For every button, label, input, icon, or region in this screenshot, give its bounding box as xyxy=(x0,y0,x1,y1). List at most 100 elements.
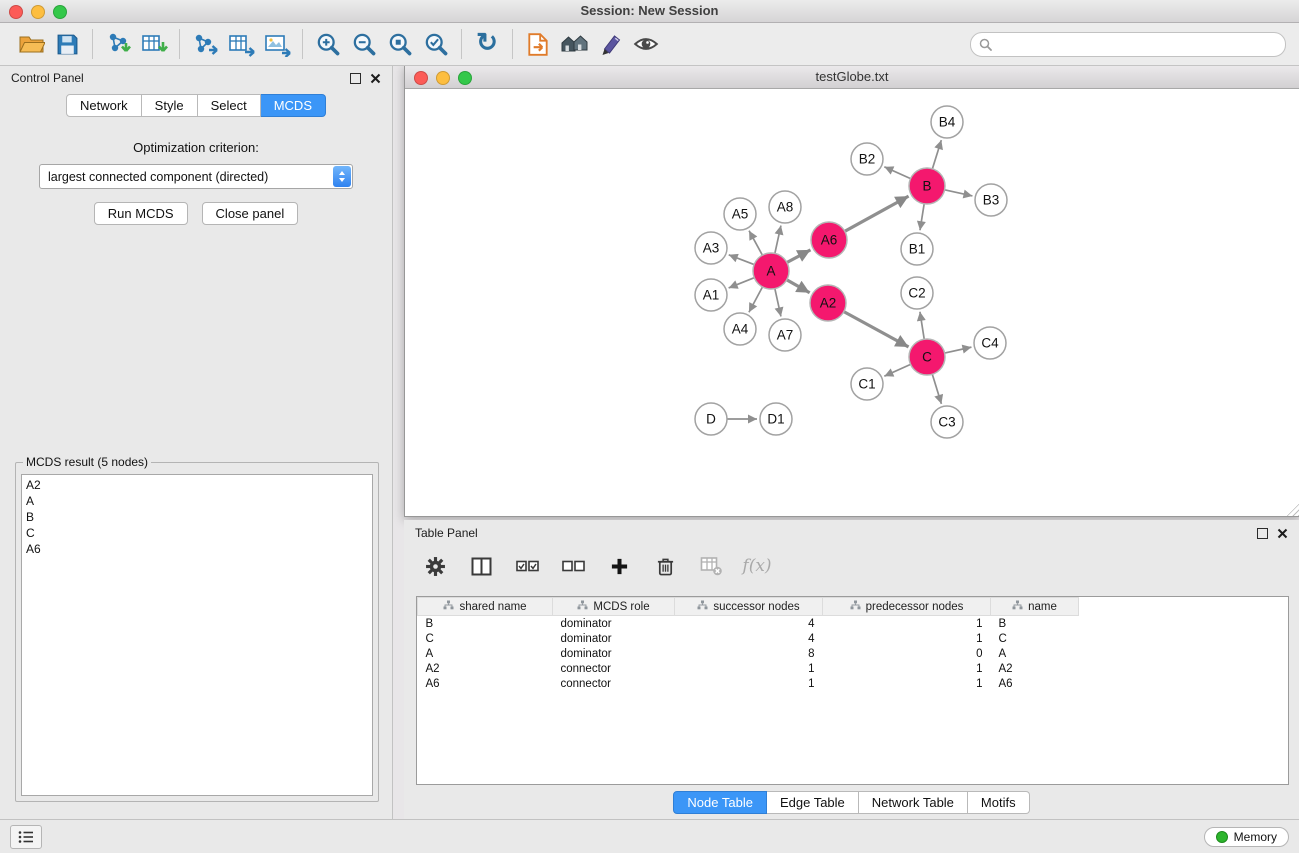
node-B[interactable]: B xyxy=(909,168,945,204)
edge-C-C1[interactable] xyxy=(884,364,910,376)
save-session-icon[interactable] xyxy=(49,28,85,60)
node-A[interactable]: A xyxy=(753,253,789,289)
node-B3[interactable]: B3 xyxy=(975,184,1007,216)
edge-B-B3[interactable] xyxy=(945,190,973,196)
cell-predecessor-nodes[interactable]: 1 xyxy=(823,616,991,632)
import-network-icon[interactable] xyxy=(100,28,136,60)
node-B4[interactable]: B4 xyxy=(931,106,963,138)
node-D1[interactable]: D1 xyxy=(760,403,792,435)
table-row-a[interactable]: Adominator80A xyxy=(418,646,1289,661)
network-graph[interactable]: B4B2BB3A5A8A6A3B1AA1C2A2A4A7C4CC1C3DD1 xyxy=(405,89,1297,515)
cell-predecessor-nodes[interactable]: 0 xyxy=(823,646,991,661)
cell-successor-nodes[interactable]: 4 xyxy=(675,631,823,646)
criterion-dropdown[interactable]: largest connected component (directed) xyxy=(39,164,353,189)
cell-predecessor-nodes[interactable]: 1 xyxy=(823,631,991,646)
cell-name[interactable]: A6 xyxy=(991,676,1079,691)
result-item-a6[interactable]: A6 xyxy=(26,541,368,557)
cell-shared-name[interactable]: A2 xyxy=(418,661,553,676)
task-history-button[interactable] xyxy=(10,825,42,849)
apply-layout-icon[interactable]: ↻ xyxy=(469,28,505,60)
node-C[interactable]: C xyxy=(909,339,945,375)
dropdown-stepper-icon[interactable] xyxy=(333,166,351,187)
result-item-c[interactable]: C xyxy=(26,525,368,541)
table-row-a2[interactable]: A2connector11A2 xyxy=(418,661,1289,676)
tab-edge-table[interactable]: Edge Table xyxy=(767,791,859,814)
zoom-out-icon[interactable] xyxy=(346,28,382,60)
table-row-b[interactable]: Bdominator41B xyxy=(418,616,1289,632)
edge-A-A6[interactable] xyxy=(787,250,811,263)
network-canvas[interactable]: B4B2BB3A5A8A6A3B1AA1C2A2A4A7C4CC1C3DD1 xyxy=(405,89,1299,516)
column-header-predecessor-nodes[interactable]: predecessor nodes xyxy=(823,598,991,616)
edge-A-A7[interactable] xyxy=(775,289,781,317)
node-A3[interactable]: A3 xyxy=(695,232,727,264)
tab-select[interactable]: Select xyxy=(198,94,261,117)
edge-A-A1[interactable] xyxy=(729,278,755,288)
cell-mcds-role[interactable]: connector xyxy=(553,676,675,691)
show-graphics-details-icon[interactable] xyxy=(628,28,664,60)
cell-successor-nodes[interactable]: 1 xyxy=(675,676,823,691)
tab-network[interactable]: Network xyxy=(66,94,142,117)
annotation-pen-icon[interactable] xyxy=(592,28,628,60)
edge-A-A8[interactable] xyxy=(775,226,781,254)
node-C2[interactable]: C2 xyxy=(901,277,933,309)
export-table-icon[interactable] xyxy=(223,28,259,60)
edge-A2-C[interactable] xyxy=(844,312,909,347)
search-input[interactable] xyxy=(997,36,1277,52)
split-columns-icon[interactable] xyxy=(468,554,494,578)
delete-column-icon[interactable] xyxy=(652,554,678,578)
column-header-mcds-role[interactable]: MCDS role xyxy=(553,598,675,616)
edge-B-B2[interactable] xyxy=(884,167,910,179)
node-A4[interactable]: A4 xyxy=(724,313,756,345)
zoom-in-icon[interactable] xyxy=(310,28,346,60)
tab-motifs[interactable]: Motifs xyxy=(968,791,1030,814)
cell-mcds-role[interactable]: dominator xyxy=(553,616,675,632)
cell-shared-name[interactable]: B xyxy=(418,616,553,632)
node-B1[interactable]: B1 xyxy=(901,233,933,265)
edge-A-A3[interactable] xyxy=(729,255,754,265)
cell-predecessor-nodes[interactable]: 1 xyxy=(823,676,991,691)
node-A5[interactable]: A5 xyxy=(724,198,756,230)
cell-successor-nodes[interactable]: 8 xyxy=(675,646,823,661)
edge-B-B4[interactable] xyxy=(932,140,941,169)
run-mcds-button[interactable]: Run MCDS xyxy=(94,202,188,225)
open-document-icon[interactable] xyxy=(520,28,556,60)
import-table-icon[interactable] xyxy=(136,28,172,60)
table-row-c[interactable]: Cdominator41C xyxy=(418,631,1289,646)
cell-name[interactable]: B xyxy=(991,616,1079,632)
zoom-fit-icon[interactable] xyxy=(382,28,418,60)
column-header-successor-nodes[interactable]: successor nodes xyxy=(675,598,823,616)
cell-name[interactable]: C xyxy=(991,631,1079,646)
edge-C-C4[interactable] xyxy=(945,347,972,353)
column-header-shared-name[interactable]: shared name xyxy=(418,598,553,616)
toolbar-search[interactable] xyxy=(970,32,1286,57)
tab-style[interactable]: Style xyxy=(142,94,198,117)
close-panel-icon[interactable] xyxy=(370,73,381,84)
add-column-icon[interactable] xyxy=(606,554,632,578)
float-table-panel-icon[interactable] xyxy=(1257,528,1268,539)
node-C1[interactable]: C1 xyxy=(851,368,883,400)
result-item-a2[interactable]: A2 xyxy=(26,477,368,493)
cell-mcds-role[interactable]: connector xyxy=(553,661,675,676)
function-builder-icon[interactable]: f(x) xyxy=(744,554,770,578)
result-item-a[interactable]: A xyxy=(26,493,368,509)
node-A7[interactable]: A7 xyxy=(769,319,801,351)
cell-successor-nodes[interactable]: 4 xyxy=(675,616,823,632)
edge-B-B1[interactable] xyxy=(920,204,924,230)
tab-network-table[interactable]: Network Table xyxy=(859,791,968,814)
cell-shared-name[interactable]: A xyxy=(418,646,553,661)
node-A2[interactable]: A2 xyxy=(810,285,846,321)
tab-mcds[interactable]: MCDS xyxy=(261,94,326,117)
node-C3[interactable]: C3 xyxy=(931,406,963,438)
node-A6[interactable]: A6 xyxy=(811,222,847,258)
cell-shared-name[interactable]: A6 xyxy=(418,676,553,691)
export-network-icon[interactable] xyxy=(187,28,223,60)
edge-C-C3[interactable] xyxy=(932,374,941,404)
close-table-panel-icon[interactable] xyxy=(1277,528,1288,539)
cell-successor-nodes[interactable]: 1 xyxy=(675,661,823,676)
column-header-name[interactable]: name xyxy=(991,598,1079,616)
export-image-icon[interactable] xyxy=(259,28,295,60)
close-panel-button[interactable]: Close panel xyxy=(202,202,299,225)
cell-shared-name[interactable]: C xyxy=(418,631,553,646)
node-A1[interactable]: A1 xyxy=(695,279,727,311)
first-neighbors-icon[interactable] xyxy=(556,28,592,60)
